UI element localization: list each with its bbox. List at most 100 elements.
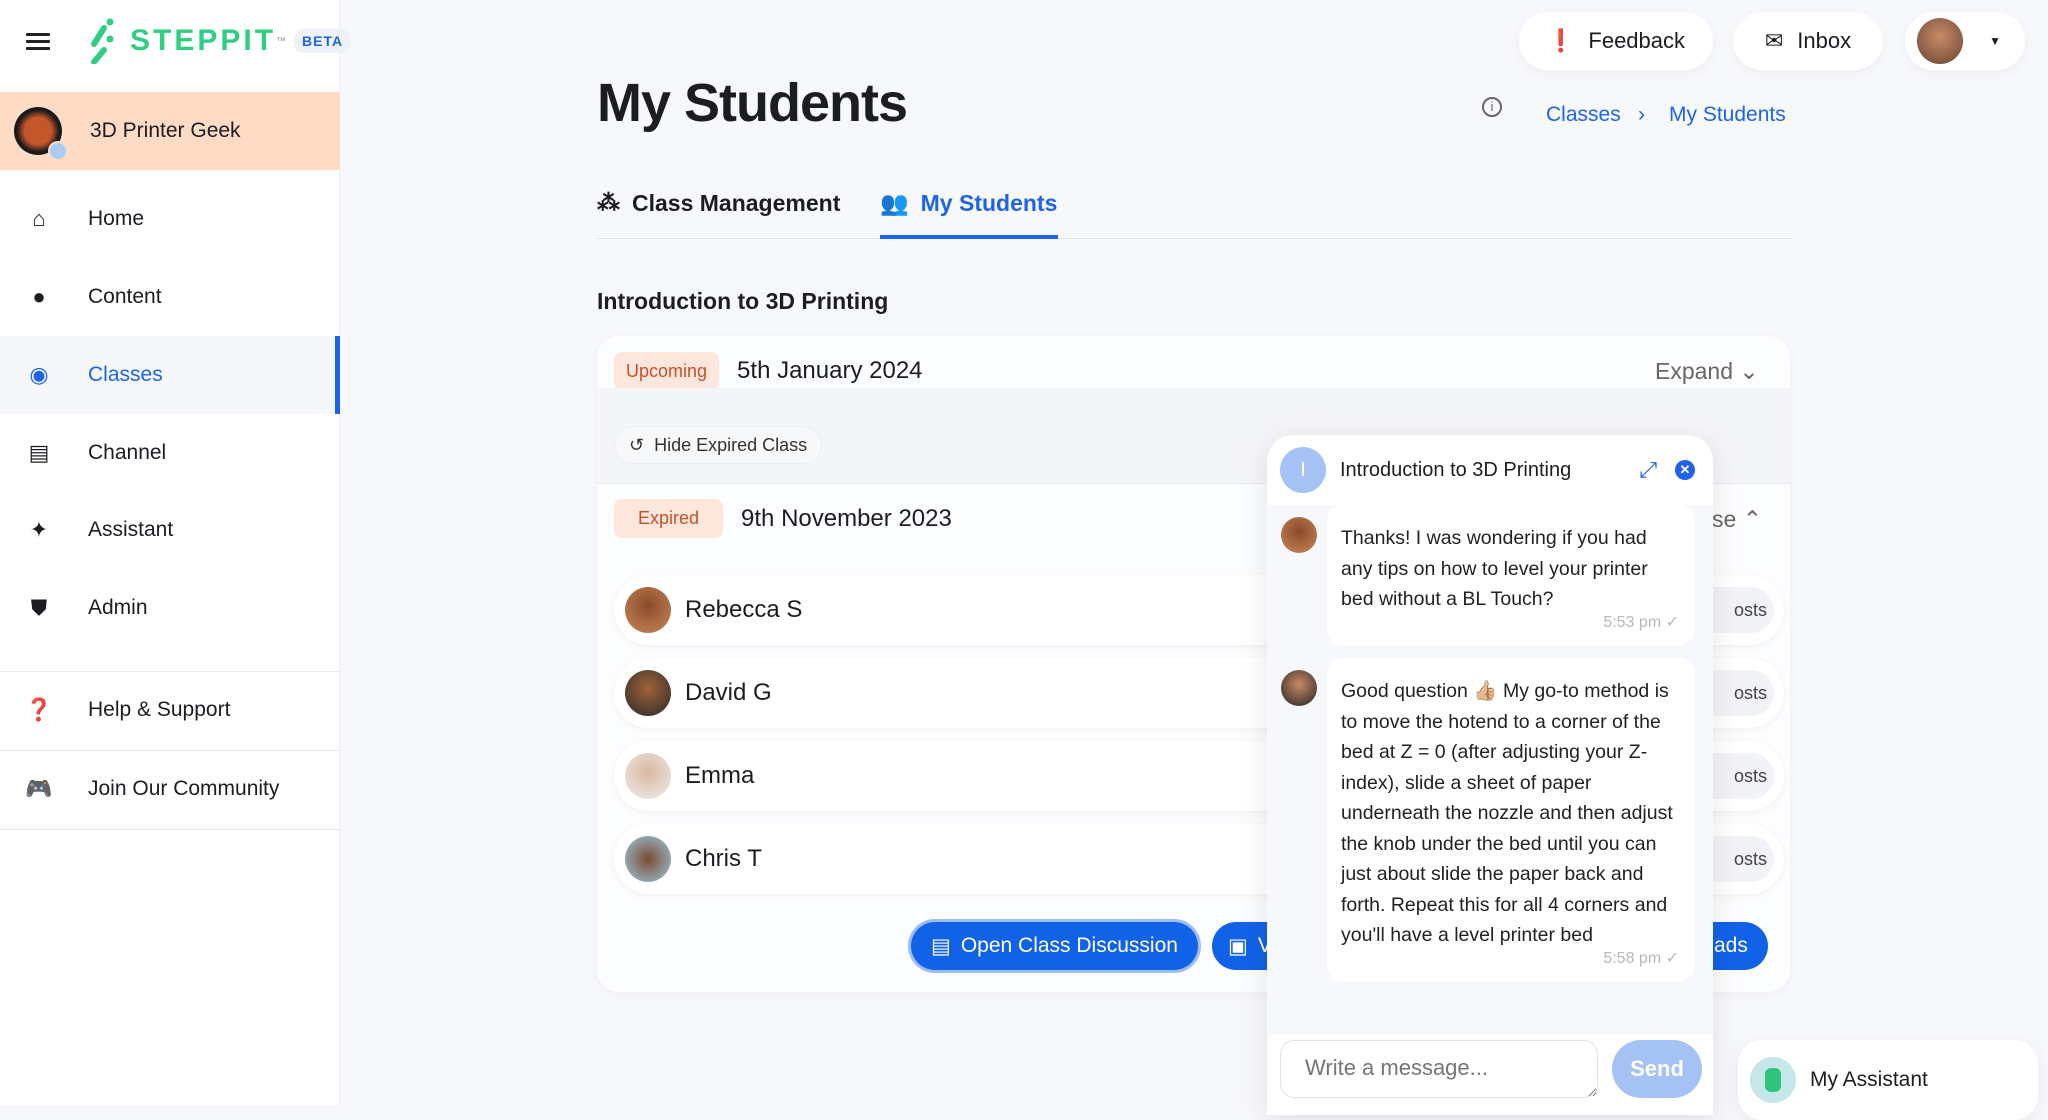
inbox-label: Inbox [1797,28,1852,53]
student-name: Chris T [685,845,762,872]
storefront-icon: ▤ [28,440,50,465]
sidebar-item-content[interactable]: ● Content [0,258,340,336]
status-badge: Expired [614,499,724,538]
message-text: Good question 👍🏼 My go-to method is to m… [1341,680,1673,946]
tab-label: My Students [920,190,1058,216]
sidebar-item-channel[interactable]: ▤ Channel [0,414,340,492]
student-avatar [625,587,671,633]
student-avatar [625,836,671,882]
shield-icon: ⛊ [30,595,48,620]
diamond-badge-icon [48,141,68,161]
chat-panel: I Introduction to 3D Printing ⤢ ✕ Thanks… [1267,435,1713,1115]
breadcrumb-separator-icon: › [1638,103,1645,126]
chat-icon: ▤ [931,934,951,958]
sidebar-item-home[interactable]: ⌂ Home [0,180,340,258]
sidebar-item-assistant[interactable]: ✦ Assistant [0,491,340,569]
class-title: Introduction to 3D Printing [597,288,889,314]
chevron-down-icon: ⌄ [1739,358,1759,384]
message-time: 5:58 pm ✓ [1603,950,1679,967]
sidebar-item-label: Help & Support [88,698,231,721]
active-tab-indicator [880,235,1058,239]
assistant-label: My Assistant [1810,1068,1928,1091]
chat-avatar: I [1280,447,1326,493]
sidebar-item-help[interactable]: ❓ Help & Support [0,671,340,749]
mail-icon: ✉ [1764,28,1784,53]
discussion-label: Open Class Discussion [960,934,1178,957]
tab-label: Class Management [632,190,841,216]
feedback-label: Feedback [1588,28,1686,53]
sidebar-item-label: Join Our Community [88,777,280,800]
expand-icon[interactable]: ⤢ [1639,457,1657,483]
sidebar-item-label: Home [88,207,145,230]
breadcrumb-current: My Students [1669,103,1786,126]
expand-toggle[interactable]: Expand ⌄ [1655,358,1759,385]
sidebar-item-community[interactable]: 🎮 Join Our Community [0,750,340,828]
sidebar-item-label: Classes [88,363,163,386]
session-date: 5th January 2024 [737,357,923,384]
people-icon: 👥 [880,190,909,216]
status-badge: Upcoming [614,351,720,391]
sidebar-item-label: Channel [88,441,167,464]
session-date: 9th November 2023 [741,504,952,532]
student-avatar [625,670,671,716]
sparkle-icon: ✦ [29,517,49,542]
class-management-icon: ⁂ [597,190,620,216]
profile-switcher[interactable]: 3D Printer Geek [0,92,340,170]
chat-message: Thanks! I was wondering if you had any t… [1327,505,1695,645]
tab-class-management[interactable]: ⁂ Class Management [597,190,840,217]
chat-messages: Thanks! I was wondering if you had any t… [1267,505,1713,1035]
expand-label: Expand [1655,358,1734,384]
posts-label: osts [1734,848,1768,869]
inbox-button[interactable]: ✉ Inbox [1733,12,1883,70]
chat-header: I Introduction to 3D Printing ⤢ ✕ [1267,435,1713,505]
history-icon: ↺ [629,434,645,455]
feedback-button[interactable]: ❗ Feedback [1519,12,1713,70]
user-menu-button[interactable]: ▼ [1905,12,2025,70]
brand-name: STEPPIT [130,24,277,57]
feedback-icon: ❗ [1546,28,1575,53]
beta-badge: BETA [294,29,352,53]
discord-icon: 🎮 [25,776,53,801]
help-icon: ❓ [25,697,53,722]
collapse-label: se [1712,506,1737,532]
posts-label: osts [1734,765,1768,786]
send-button[interactable]: Send [1612,1040,1702,1098]
hide-expired-button[interactable]: ↺ Hide Expired Class [614,426,823,464]
hide-expired-label: Hide Expired Class [654,434,808,455]
tab-my-students[interactable]: 👥 My Students [880,190,1057,217]
session-upcoming[interactable]: Upcoming 5th January 2024 [614,351,1790,391]
hamburger-menu-icon[interactable] [26,33,50,51]
sender-avatar [1281,670,1317,706]
gallery-icon: ▣ [1228,934,1248,958]
steppit-mark-icon [91,18,114,64]
message-input[interactable] [1280,1040,1598,1098]
sidebar-item-label: Admin [88,596,148,619]
student-name: Emma [685,762,755,789]
posts-label: osts [1734,682,1768,703]
info-icon[interactable]: i [1482,97,1502,117]
posts-label: osts [1734,599,1768,620]
sidebar-item-admin[interactable]: ⛊ Admin [0,569,340,647]
session-expired[interactable]: Expired 9th November 2023 [614,499,952,538]
collapse-toggle[interactable]: se ⌃ [1712,506,1762,533]
chat-title: Introduction to 3D Printing [1340,458,1572,481]
tab-divider [597,238,1792,239]
sidebar-item-classes[interactable]: ◉ Classes [0,336,340,414]
classes-icon: ◉ [29,362,49,387]
chevron-up-icon: ⌃ [1742,506,1762,532]
robot-icon [1750,1057,1796,1103]
message-text: Thanks! I was wondering if you had any t… [1341,527,1648,610]
steppit-logo[interactable]: STEPPIT ™ BETA [88,18,352,64]
student-avatar [625,753,671,799]
open-class-discussion-button[interactable]: ▤ Open Class Discussion [911,922,1198,970]
close-icon[interactable]: ✕ [1675,460,1695,480]
student-name: Rebecca S [685,596,803,623]
content-icon: ● [32,284,46,309]
user-avatar [1917,18,1963,64]
sidebar-item-label: Content [88,285,162,308]
downloads-label: ads [1714,934,1748,957]
page-title: My Students [597,73,908,133]
my-assistant-button[interactable]: My Assistant [1738,1040,2038,1120]
breadcrumb-classes[interactable]: Classes [1546,103,1621,127]
student-name: David G [685,679,772,706]
